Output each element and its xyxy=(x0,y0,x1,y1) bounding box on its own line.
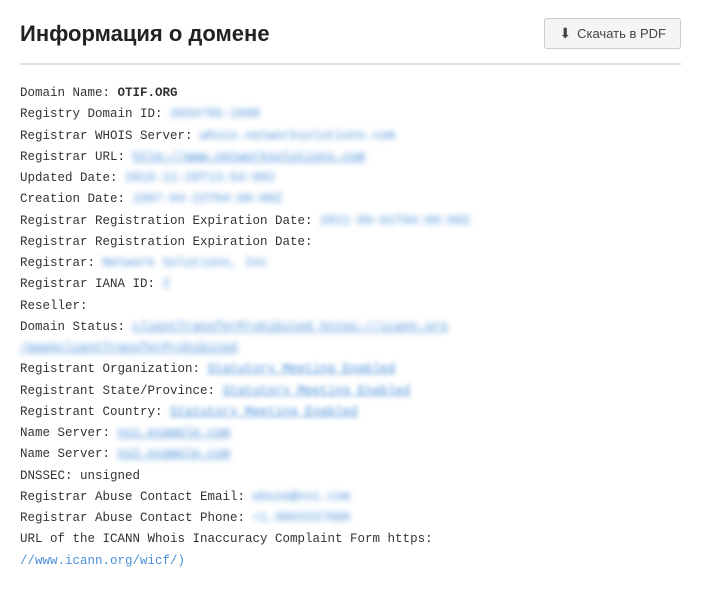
registrant-org-row: Registrant Organization: Statutory Meeti… xyxy=(20,359,681,380)
icann-value[interactable]: //www.icann.org/wicf/) xyxy=(20,551,185,572)
dnssec-row: DNSSEC: unsigned xyxy=(20,466,681,487)
expiration-date-value: 2021-09-01T04:00:00Z xyxy=(320,211,470,232)
updated-date-row: Updated Date: 2019-11-20T13:54:002 xyxy=(20,168,681,189)
registrant-country-label: Registrant Country: xyxy=(20,402,163,423)
pdf-button-label: Скачать в PDF xyxy=(577,26,666,41)
registry-id-value: 2034765-1608 xyxy=(170,104,260,125)
registrar-value: Network Solutions, Inc xyxy=(103,253,268,274)
registrant-state-label: Registrant State/Province: xyxy=(20,381,215,402)
page-header: Информация о домене ⬇ Скачать в PDF xyxy=(20,18,681,65)
ns2-label: Name Server: xyxy=(20,444,110,465)
ns1-value: ns1.example.com xyxy=(118,423,231,444)
abuse-phone-label: Registrar Abuse Contact Phone: xyxy=(20,508,245,529)
icann-url-row: //www.icann.org/wicf/) xyxy=(20,551,681,572)
page-title: Информация о домене xyxy=(20,21,270,47)
expiration-date-label: Registrar Registration Expiration Date: xyxy=(20,211,313,232)
creation-date-row: Creation Date: 1997-04-22T04:00:00Z xyxy=(20,189,681,210)
abuse-email-label: Registrar Abuse Contact Email: xyxy=(20,487,245,508)
iana-label: Registrar IANA ID: xyxy=(20,274,155,295)
download-icon: ⬇ xyxy=(559,25,571,42)
updated-date-label: Updated Date: xyxy=(20,168,118,189)
registrant-org-value: Statutory Meeting Enabled xyxy=(208,359,396,380)
abuse-email-row: Registrar Abuse Contact Email: abuse@nsi… xyxy=(20,487,681,508)
registrar-url-row: Registrar URL: http://www.networksolutio… xyxy=(20,147,681,168)
reseller-row: Reseller: xyxy=(20,296,681,317)
registrar-url-label: Registrar URL: xyxy=(20,147,125,168)
expiration-date2-row: Registrar Registration Expiration Date: xyxy=(20,232,681,253)
registrant-country-row: Registrant Country: Statutory Meeting En… xyxy=(20,402,681,423)
registry-id-label: Registry Domain ID: xyxy=(20,104,163,125)
domain-name-row: Domain Name: OTIF.ORG xyxy=(20,83,681,104)
iana-row: Registrar IANA ID: 2 xyxy=(20,274,681,295)
registry-id-row: Registry Domain ID: 2034765-1608 xyxy=(20,104,681,125)
creation-date-value: 1997-04-22T04:00:00Z xyxy=(133,189,283,210)
dnssec-value: unsigned xyxy=(80,466,140,487)
updated-date-value: 2019-11-20T13:54:002 xyxy=(125,168,275,189)
registrar-whois-row: Registrar WHOIS Server: whois.networksol… xyxy=(20,126,681,147)
domain-name-value: OTIF.ORG xyxy=(118,83,178,104)
expiration-date2-label: Registrar Registration Expiration Date: xyxy=(20,232,313,253)
registrant-org-label: Registrant Organization: xyxy=(20,359,200,380)
registrar-row: Registrar: Network Solutions, Inc xyxy=(20,253,681,274)
dnssec-label: DNSSEC: xyxy=(20,466,73,487)
domain-status-value2: /epp#clientTransferProhibited xyxy=(20,338,238,359)
ns2-row: Name Server: ns2.example.com xyxy=(20,444,681,465)
registrant-state-value: Statutory Meeting Enabled xyxy=(223,381,411,402)
domain-name-label: Domain Name: xyxy=(20,83,110,104)
registrar-whois-value: whois.networksolutions.com xyxy=(200,126,395,147)
icann-row: URL of the ICANN Whois Inaccuracy Compla… xyxy=(20,529,681,550)
whois-content: Domain Name: OTIF.ORG Registry Domain ID… xyxy=(20,83,681,572)
registrar-label: Registrar: xyxy=(20,253,95,274)
expiration-date-row: Registrar Registration Expiration Date: … xyxy=(20,211,681,232)
registrant-country-value: Statutory Meeting Enabled xyxy=(170,402,358,423)
domain-status-label: Domain Status: xyxy=(20,317,125,338)
abuse-phone-row: Registrar Abuse Contact Phone: +1.800333… xyxy=(20,508,681,529)
icann-label: URL of the ICANN Whois Inaccuracy Compla… xyxy=(20,529,433,550)
abuse-email-value: abuse@nsi.com xyxy=(253,487,351,508)
iana-value: 2 xyxy=(163,274,171,295)
reseller-label: Reseller: xyxy=(20,296,88,317)
domain-status-row: Domain Status: clientTransferProhibited … xyxy=(20,317,681,338)
ns2-value: ns2.example.com xyxy=(118,444,231,465)
abuse-phone-value: +1.8003337680 xyxy=(253,508,351,529)
creation-date-label: Creation Date: xyxy=(20,189,125,210)
domain-status-value: clientTransferProhibited https://icann.o… xyxy=(133,317,448,338)
ns1-row: Name Server: ns1.example.com xyxy=(20,423,681,444)
registrant-state-row: Registrant State/Province: Statutory Mee… xyxy=(20,381,681,402)
ns1-label: Name Server: xyxy=(20,423,110,444)
registrar-url-value: http://www.networksolutions.com xyxy=(133,147,366,168)
pdf-download-button[interactable]: ⬇ Скачать в PDF xyxy=(544,18,681,49)
domain-status-row2: /epp#clientTransferProhibited xyxy=(20,338,681,359)
registrar-whois-label: Registrar WHOIS Server: xyxy=(20,126,193,147)
